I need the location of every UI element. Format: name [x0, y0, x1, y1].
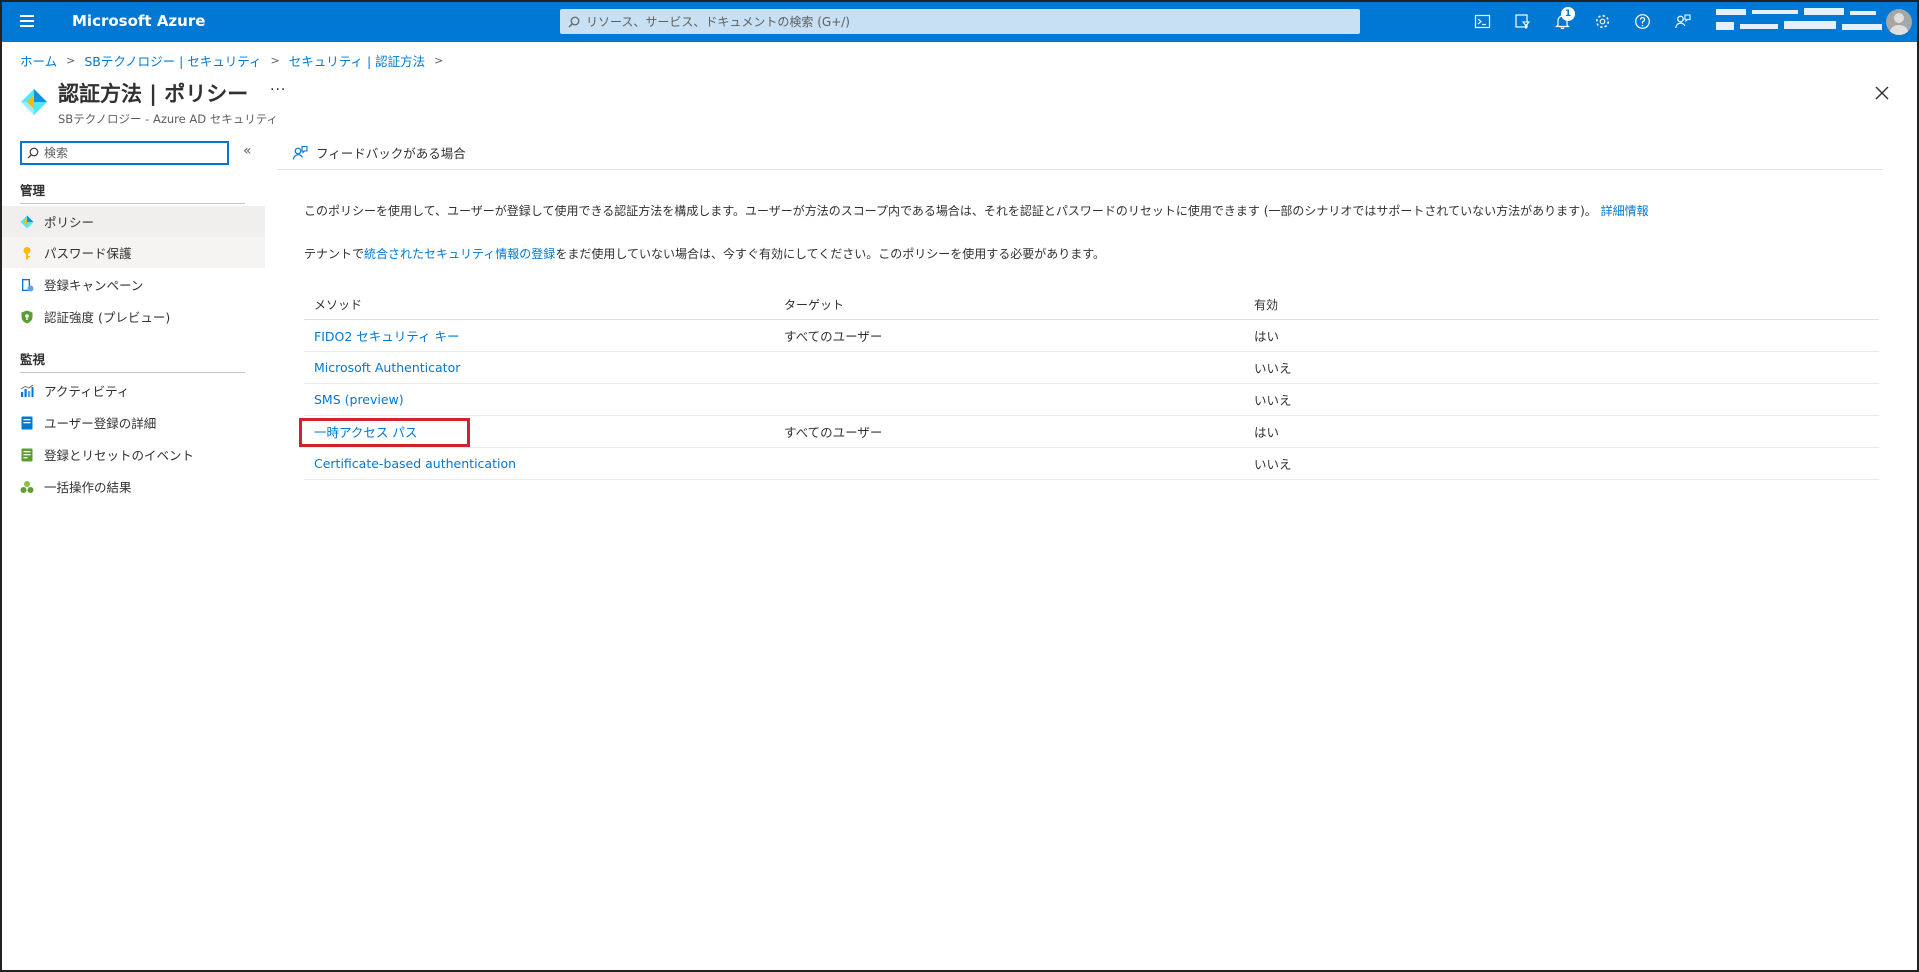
activity-chart-icon	[20, 384, 34, 397]
feedback-label: フィードバックがある場合	[316, 146, 466, 161]
table-cell-enabled: はい	[1254, 329, 1280, 344]
feedback-person-icon[interactable]	[1662, 0, 1702, 42]
brand-title[interactable]: Microsoft Azure	[72, 12, 205, 30]
sidebar-item-bulk-operation-results[interactable]: 一括操作の結果	[2, 471, 265, 502]
table-cell-enabled: いいえ	[1254, 457, 1292, 472]
combined-registration-link[interactable]: 統合されたセキュリティ情報の登録	[364, 247, 555, 261]
sidebar-item-label: パスワード保護	[44, 246, 132, 261]
note-text-pre: テナントで	[304, 247, 365, 261]
sidebar-item-password-protection[interactable]: パスワード保護	[2, 237, 265, 268]
table-cell-target: すべてのユーザー	[784, 329, 883, 344]
feedback-button[interactable]: フィードバックがある場合	[292, 143, 466, 162]
sidebar-item-registration-campaign[interactable]: 登録キャンペーン	[2, 269, 265, 300]
account-info-blurred[interactable]	[1716, 6, 1884, 38]
table-row: Certificate-based authentication いいえ	[304, 448, 1879, 480]
sidebar-item-activity[interactable]: アクティビティ	[2, 375, 265, 406]
policy-diamond-icon	[20, 215, 34, 228]
close-icon[interactable]	[1873, 84, 1891, 102]
page-title: 認証方法 | ポリシー	[58, 82, 249, 106]
sidebar-item-user-registration-details[interactable]: ユーザー登録の詳細	[2, 407, 265, 438]
bulk-results-icon	[20, 480, 34, 493]
section-divider	[20, 372, 245, 373]
search-icon	[27, 147, 39, 159]
note-text-post: をまだ使用していない場合は、今すぐ有効にしてください。このポリシーを使用する必要…	[555, 247, 1106, 261]
sidebar-item-label: ポリシー	[44, 215, 95, 230]
column-header-method[interactable]: メソッド	[314, 296, 362, 313]
sidebar-item-label: アクティビティ	[44, 384, 130, 399]
policy-description-text: このポリシーを使用して、ユーザーが登録して使用できる認証方法を構成します。ユーザ…	[304, 204, 1597, 218]
table-row: FIDO2 セキュリティ キー すべてのユーザー はい	[304, 320, 1879, 352]
table-cell-enabled: いいえ	[1254, 393, 1292, 408]
methods-table: メソッド ターゲット 有効 FIDO2 セキュリティ キー すべてのユーザー は…	[304, 290, 1879, 480]
hamburger-menu-icon[interactable]	[4, 0, 50, 42]
cloud-shell-icon[interactable]	[1462, 0, 1502, 42]
page-subtitle: SBテクノロジー - Azure AD セキュリティ	[58, 112, 279, 126]
method-link-fido2[interactable]: FIDO2 セキュリティ キー	[314, 326, 460, 345]
sidebar-item-label: ユーザー登録の詳細	[44, 416, 157, 431]
table-cell-enabled: はい	[1254, 425, 1280, 440]
breadcrumb: ホーム > SBテクノロジー | セキュリティ > セキュリティ | 認証方法 …	[20, 51, 452, 70]
settings-gear-icon[interactable]	[1582, 0, 1622, 42]
section-divider	[20, 203, 245, 204]
events-icon	[21, 448, 33, 461]
top-bar-icons: 1	[1462, 0, 1702, 42]
sidebar-item-registration-reset-events[interactable]: 登録とリセットのイベント	[2, 439, 265, 470]
top-bar: Microsoft Azure リソース、サービス、ドキュメントの検索 (G+/…	[0, 0, 1919, 42]
sidebar-item-policy[interactable]: ポリシー	[2, 206, 265, 237]
sidebar-item-auth-strength[interactable]: 認証強度 (プレビュー)	[2, 301, 265, 332]
command-bar-divider	[278, 169, 1882, 170]
sidebar-item-label: 登録とリセットのイベント	[44, 448, 195, 463]
table-header-row: メソッド ターゲット 有効	[304, 290, 1879, 320]
sidebar-item-label: 認証強度 (プレビュー)	[44, 310, 171, 325]
auth-methods-diamond-icon	[21, 89, 47, 115]
method-link-authenticator[interactable]: Microsoft Authenticator	[314, 360, 460, 375]
notification-badge: 1	[1561, 7, 1575, 21]
global-search-placeholder: リソース、サービス、ドキュメントの検索 (G+/)	[586, 15, 850, 29]
table-row: SMS (preview) いいえ	[304, 384, 1879, 416]
breadcrumb-security[interactable]: SBテクノロジー | セキュリティ	[84, 51, 261, 70]
user-avatar[interactable]	[1886, 9, 1912, 35]
breadcrumb-auth-methods[interactable]: セキュリティ | 認証方法	[289, 51, 425, 70]
column-header-target[interactable]: ターゲット	[784, 296, 844, 313]
breadcrumb-chevron-icon: >	[434, 54, 444, 67]
help-question-icon[interactable]	[1622, 0, 1662, 42]
breadcrumb-home[interactable]: ホーム	[20, 51, 57, 70]
table-row: 一時アクセス パス すべてのユーザー はい	[304, 416, 1879, 448]
collapse-sidebar-icon[interactable]: «	[243, 143, 252, 159]
sidebar-search-input[interactable]	[44, 146, 214, 160]
breadcrumb-chevron-icon: >	[270, 54, 280, 67]
policy-description: このポリシーを使用して、ユーザーが登録して使用できる認証方法を構成します。ユーザ…	[304, 202, 1649, 219]
breadcrumb-chevron-icon: >	[66, 54, 76, 67]
shield-icon	[21, 310, 33, 323]
user-details-icon	[21, 416, 33, 429]
method-link-temporary-access-pass[interactable]: 一時アクセス パス	[314, 422, 417, 441]
feedback-person-icon	[292, 145, 308, 160]
sidebar-search[interactable]	[20, 141, 229, 165]
section-manage: 管理	[20, 183, 46, 198]
campaign-icon	[22, 278, 34, 291]
section-monitoring: 監視	[20, 352, 46, 367]
sidebar-item-label: 登録キャンペーン	[44, 278, 144, 293]
search-icon	[568, 16, 580, 27]
notifications-bell-icon[interactable]: 1	[1542, 0, 1582, 42]
global-search-input[interactable]: リソース、サービス、ドキュメントの検索 (G+/)	[560, 9, 1360, 34]
combined-registration-note: テナントで統合されたセキュリティ情報の登録をまだ使用していない場合は、今すぐ有効…	[304, 245, 1105, 262]
screenshot-frame	[0, 0, 1919, 972]
method-link-certificate-based[interactable]: Certificate-based authentication	[314, 456, 516, 471]
more-options-icon[interactable]: ···	[270, 82, 286, 98]
learn-more-link[interactable]: 詳細情報	[1601, 204, 1649, 218]
table-row: Microsoft Authenticator いいえ	[304, 352, 1879, 384]
directory-filter-icon[interactable]	[1502, 0, 1542, 42]
column-header-enabled[interactable]: 有効	[1254, 296, 1278, 313]
table-cell-target: すべてのユーザー	[784, 425, 883, 440]
table-cell-enabled: いいえ	[1254, 361, 1292, 376]
method-link-sms[interactable]: SMS (preview)	[314, 392, 404, 407]
key-icon	[23, 246, 31, 259]
sidebar-item-label: 一括操作の結果	[44, 480, 132, 495]
